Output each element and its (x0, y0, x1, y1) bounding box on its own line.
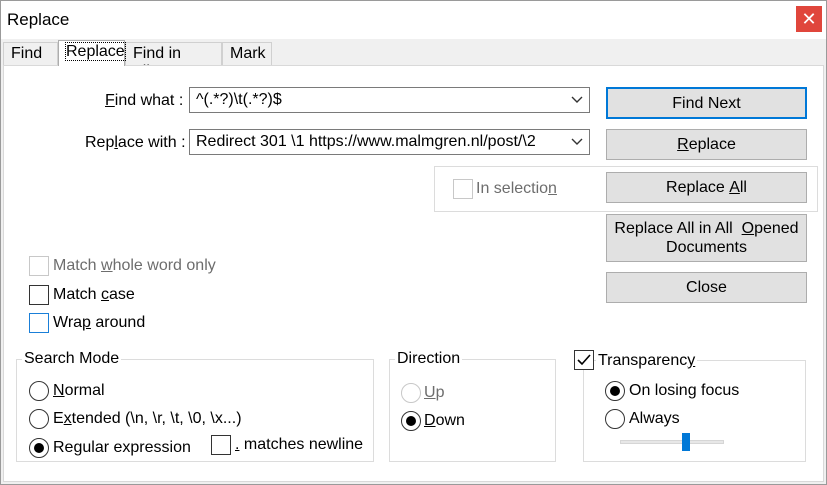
find-what-value: ^(.*?)\t(.*?)$ (196, 91, 282, 108)
search-mode-title: Search Mode (22, 350, 122, 368)
match-whole-word-checkbox[interactable] (29, 256, 49, 276)
transparency-title: Transparency (596, 352, 698, 370)
transparency-always-radio[interactable] (605, 409, 625, 429)
replace-with-label: Replace with : (85, 134, 186, 151)
matches-newline-checkbox[interactable] (211, 435, 231, 455)
close-window-button[interactable]: ✕ (796, 6, 822, 32)
find-what-label: Find what : (105, 92, 184, 109)
find-next-button[interactable]: Find Next (606, 87, 807, 119)
transparency-checkbox[interactable] (574, 350, 594, 370)
chevron-down-icon[interactable] (569, 90, 585, 110)
wrap-around-label: Wrap around (53, 314, 146, 331)
close-button[interactable]: Close (606, 272, 807, 303)
transparency-on-losing-focus-radio[interactable] (605, 381, 625, 401)
checkmark-icon (577, 354, 591, 366)
replace-all-in-all-opened-documents-button[interactable]: Replace All in All Opened Documents (606, 214, 807, 262)
replace-with-combobox[interactable]: Redirect 301 \1 https://www.malmgren.nl/… (189, 129, 590, 155)
tab-replace[interactable]: Replace (58, 40, 126, 66)
title-bar: Replace ✕ (1, 1, 826, 39)
replace-panel: Find what : ^(.*?)\t(.*?)$ Replace with … (3, 65, 824, 482)
tab-find-in-files[interactable]: Find in Files (125, 42, 222, 80)
in-selection-checkbox[interactable] (453, 179, 473, 199)
match-case-label: Match case (53, 286, 135, 303)
search-mode-regex-label: Regular expression (53, 439, 191, 456)
tab-find[interactable]: Find (3, 42, 58, 66)
replace-button[interactable]: Replace (606, 129, 807, 160)
direction-up-radio[interactable] (401, 383, 421, 403)
chevron-down-icon[interactable] (569, 132, 585, 152)
search-mode-normal-radio[interactable] (29, 381, 49, 401)
on-losing-focus-label: On losing focus (629, 382, 740, 399)
transparency-slider-track[interactable] (620, 440, 724, 444)
find-what-combobox[interactable]: ^(.*?)\t(.*?)$ (189, 87, 590, 113)
direction-title: Direction (395, 350, 463, 368)
matches-newline-label: . matches newline (235, 436, 364, 453)
direction-down-radio[interactable] (401, 411, 421, 431)
radio-selected-dot (406, 416, 416, 426)
tab-mark[interactable]: Mark (222, 42, 272, 66)
search-mode-extended-radio[interactable] (29, 409, 49, 429)
search-mode-regex-radio[interactable] (29, 438, 49, 458)
window-title: Replace (7, 10, 70, 29)
direction-up-label: Up (424, 384, 445, 401)
replace-dialog: Replace ✕ Find Replace Find in Files Mar… (0, 0, 827, 485)
search-mode-extended-label: Extended (\n, \r, \t, \0, \x...) (53, 410, 242, 427)
wrap-around-checkbox[interactable] (29, 313, 49, 333)
radio-selected-dot (610, 386, 620, 396)
search-mode-normal-label: Normal (53, 382, 105, 399)
direction-down-label: Down (424, 412, 465, 429)
radio-selected-dot (34, 443, 44, 453)
transparency-slider-thumb[interactable] (682, 433, 691, 451)
replace-with-value: Redirect 301 \1 https://www.malmgren.nl/… (196, 133, 536, 150)
always-label: Always (629, 410, 680, 427)
in-selection-label: In selection (476, 180, 557, 197)
match-case-checkbox[interactable] (29, 285, 49, 305)
match-whole-word-label: Match whole word only (53, 257, 216, 274)
replace-all-button[interactable]: Replace All (606, 172, 807, 203)
